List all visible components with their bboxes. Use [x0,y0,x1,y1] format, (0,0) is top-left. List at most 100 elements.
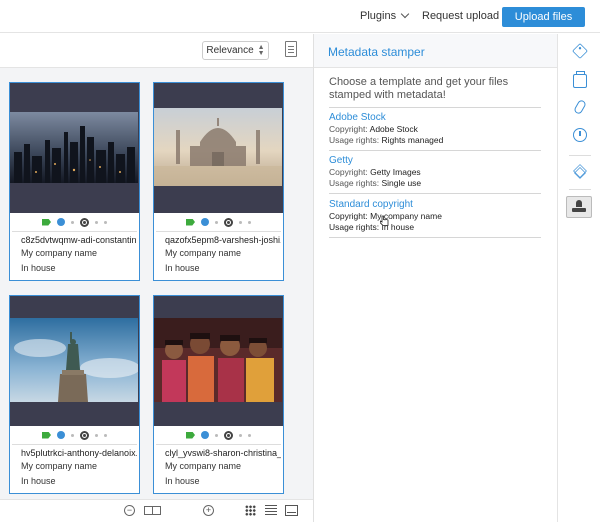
tag-icon [42,218,51,226]
tag-icon[interactable] [572,43,588,59]
plugin-rail [557,34,600,522]
asset-thumbnail[interactable] [10,83,139,213]
asset-status-icons [10,213,139,231]
clock-icon[interactable] [573,128,587,142]
template-standard-copyright[interactable]: Standard copyright Copyright: My company… [329,199,543,233]
status-dot-icon [201,431,209,439]
briefcase-icon[interactable] [573,71,587,88]
asset-copyright: My company name [21,248,98,258]
template-usage: Usage rights: Single use [329,178,422,188]
asset-copyright: My company name [21,461,98,471]
asset-filename: c8z5dvtwqmw-adi-constantin [12,231,137,246]
template-name[interactable]: Getty [329,155,543,167]
asset-copyright: My company name [165,461,242,471]
metadata-stamper-panel: Metadata stamper Choose a template and g… [313,34,558,522]
asset-thumbnail[interactable] [154,296,283,426]
asset-thumbnail[interactable] [154,83,283,213]
divider [329,237,541,238]
target-icon [224,430,233,440]
template-adobe-stock[interactable]: Adobe Stock Copyright: Adobe Stock Usage… [329,112,543,146]
template-copyright: Copyright: Getty Images [329,167,421,177]
request-upload-link[interactable]: Request upload [422,10,499,22]
dot-icon [248,220,251,224]
divider [329,193,541,194]
layers-icon[interactable] [573,164,587,178]
dot-icon [71,433,74,437]
divider [329,107,541,108]
view-controls-bar: − + [0,499,313,522]
asset-status-icons [154,213,283,231]
asset-thumbnail[interactable] [10,296,139,426]
chevron-down-icon [400,9,410,19]
tag-icon [186,431,195,439]
sort-order-icon[interactable] [285,41,297,57]
dot-icon [239,220,242,224]
asset-filename: qazofx5epm8-varshesh-joshi.j [156,231,281,246]
rail-divider [569,155,591,156]
statue-of-liberty-photo [10,318,138,402]
panel-title: Metadata stamper [328,45,425,59]
sort-value: Relevance [206,45,254,56]
compare-view-icon[interactable] [144,506,161,515]
dot-icon [71,220,74,224]
paperclip-icon[interactable] [573,98,587,116]
stamp-button[interactable] [566,196,592,218]
template-copyright: Copyright: Adobe Stock [329,124,418,134]
target-icon [80,430,89,440]
asset-card[interactable]: c8z5dvtwqmw-adi-constantin My company na… [9,82,140,281]
sort-updown-icon: ▲ ▼ [257,43,265,57]
template-usage: Usage rights: Rights managed [329,135,444,145]
asset-grid: c8z5dvtwqmw-adi-constantin My company na… [0,68,313,499]
plugins-menu[interactable]: Plugins [360,9,410,22]
dot-icon [104,220,107,224]
tag-icon [186,218,195,226]
stamp-icon [572,200,586,214]
divider [329,150,541,151]
template-copyright: Copyright: My company name [329,211,442,221]
dot-icon [215,220,218,224]
tag-icon [42,431,51,439]
upload-files-button[interactable]: Upload files [502,7,585,27]
zoom-out-icon[interactable]: − [124,505,135,516]
rail-divider [569,189,591,190]
target-icon [224,217,233,227]
dot-icon [239,433,242,437]
hand-cursor-icon [380,215,389,226]
asset-copyright: My company name [165,248,242,258]
top-bar: Plugins Request upload Upload files [0,0,600,33]
children-portrait-photo [154,318,282,402]
template-name[interactable]: Adobe Stock [329,112,543,124]
asset-filename: hv5plutrkci-anthony-delanoix. [12,444,137,459]
dot-icon [95,433,98,437]
asset-usage: In house [165,263,200,273]
template-name[interactable]: Standard copyright [329,199,543,211]
asset-toolbar: Relevance ▲ ▼ [0,34,313,68]
zoom-in-icon[interactable]: + [203,505,214,516]
city-skyline-photo [10,112,138,183]
template-getty[interactable]: Getty Copyright: Getty Images Usage righ… [329,155,543,189]
sort-select[interactable]: Relevance ▲ ▼ [202,41,269,60]
asset-status-icons [154,426,283,444]
dot-icon [104,433,107,437]
grid-view-icon[interactable] [245,505,256,516]
asset-usage: In house [21,263,56,273]
detail-view-icon[interactable] [285,505,298,516]
asset-usage: In house [21,476,56,486]
dot-icon [95,220,98,224]
dot-icon [215,433,218,437]
asset-browser: Relevance ▲ ▼ c8z5dvtwqmw-adi-constantin… [0,34,313,522]
asset-filename: clyl_yvswi8-sharon-christina_r [156,444,281,459]
status-dot-icon [201,218,209,226]
status-dot-icon [57,431,65,439]
taj-mahal-photo [154,108,282,186]
asset-card[interactable]: clyl_yvswi8-sharon-christina_r My compan… [153,295,284,494]
panel-intro: Choose a template and get your files sta… [329,76,509,101]
list-view-icon[interactable] [265,505,277,516]
panel-header: Metadata stamper [314,34,558,68]
dot-icon [248,433,251,437]
asset-status-icons [10,426,139,444]
template-usage: Usage rights: In house [329,222,415,232]
plugins-label: Plugins [360,10,397,22]
asset-card[interactable]: hv5plutrkci-anthony-delanoix. My company… [9,295,140,494]
asset-card[interactable]: qazofx5epm8-varshesh-joshi.j My company … [153,82,284,281]
